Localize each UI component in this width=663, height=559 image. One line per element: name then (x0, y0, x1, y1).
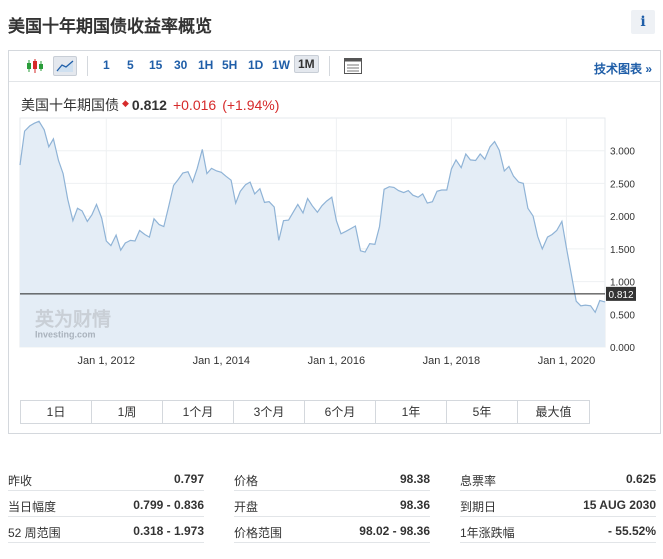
time-range-selector: 1日 1周 1个月 3个月 6个月 1年 5年 最大值 (20, 400, 590, 424)
x-tick-label: Jan 1, 2014 (193, 355, 251, 367)
y-tick-label: 2.000 (610, 212, 635, 223)
watermark-sub: Investing.com (35, 329, 96, 339)
range-3m[interactable]: 3个月 (234, 401, 305, 423)
divider (234, 516, 430, 517)
stat-value: - 55.52% (607, 524, 656, 538)
divider (8, 542, 204, 543)
stat-maturity: 到期日 15 AUG 2030 (460, 492, 656, 517)
chart-toolbar: 1 5 15 30 1H 5H 1D 1W 1M 技术图表 » (9, 51, 660, 82)
stat-price-range: 价格范围 98.02 - 98.36 (234, 518, 430, 543)
stat-value: 98.36 (399, 498, 430, 512)
interval-30[interactable]: 30 (174, 58, 187, 72)
stat-open: 开盘 98.36 (234, 492, 430, 517)
divider (8, 516, 204, 517)
interval-15[interactable]: 15 (149, 58, 162, 72)
range-1y[interactable]: 1年 (376, 401, 447, 423)
stat-label: 到期日 (460, 500, 497, 514)
y-tick-label: 1.000 (610, 278, 635, 289)
stat-label: 1年涨跌幅 (460, 526, 515, 540)
interval-1m[interactable]: 1M (294, 55, 319, 73)
y-tick-label: 2.500 (610, 179, 635, 190)
stat-label: 价格范围 (234, 526, 283, 540)
toolbar-divider (87, 56, 88, 76)
interval-5h[interactable]: 5H (222, 58, 237, 72)
stat-value: 0.797 (173, 472, 204, 486)
stat-day-range: 当日幅度 0.799 - 0.836 (8, 492, 204, 517)
divider (8, 490, 204, 491)
interval-1h[interactable]: 1H (198, 58, 213, 72)
area-chart-icon[interactable] (53, 56, 77, 76)
divider (460, 542, 656, 543)
y-tick-label: 3.000 (610, 147, 635, 158)
range-1d[interactable]: 1日 (21, 401, 92, 423)
stat-coupon: 息票率 0.625 (460, 466, 656, 491)
chart-panel: 1 5 15 30 1H 5H 1D 1W 1M 技术图表 » 美国十年期国债 ◆… (8, 50, 661, 434)
up-arrow-icon: ◆ (122, 98, 129, 108)
stat-value: 0.318 - 1.973 (133, 524, 204, 538)
range-max[interactable]: 最大值 (518, 401, 589, 423)
x-tick-label: Jan 1, 2012 (78, 355, 136, 367)
range-1w[interactable]: 1周 (92, 401, 163, 423)
interval-1d[interactable]: 1D (248, 58, 263, 72)
x-tick-label: Jan 1, 2016 (308, 355, 366, 367)
divider (460, 516, 656, 517)
info-icon[interactable]: i (631, 10, 655, 34)
x-tick-label: Jan 1, 2018 (423, 355, 481, 367)
stat-value: 15 AUG 2030 (583, 498, 656, 512)
stat-value: 0.625 (625, 472, 656, 486)
divider (234, 490, 430, 491)
stat-value: 0.799 - 0.836 (133, 498, 204, 512)
toolbar-divider (329, 56, 330, 76)
stat-label: 昨收 (8, 474, 33, 488)
stat-label: 价格 (234, 474, 259, 488)
stat-value: 98.38 (399, 472, 430, 486)
candlestick-chart-icon[interactable] (23, 56, 47, 76)
stat-label: 当日幅度 (8, 500, 57, 514)
x-tick-label: Jan 1, 2020 (538, 355, 596, 367)
stat-label: 开盘 (234, 500, 259, 514)
current-value-label: 0.812 (608, 290, 633, 301)
stat-52w-range: 52 周范围 0.318 - 1.973 (8, 518, 204, 543)
y-tick-label: 0.000 (610, 343, 635, 354)
page-title: 美国十年期国债收益率概览 (8, 17, 212, 36)
watermark-brand: 英为财情 (35, 307, 111, 330)
table-icon[interactable] (341, 56, 365, 76)
stat-value: 98.02 - 98.36 (359, 524, 430, 538)
y-tick-label: 1.500 (610, 245, 635, 256)
range-1m[interactable]: 1个月 (163, 401, 234, 423)
stat-label: 52 周范围 (8, 526, 61, 540)
stat-prev-close: 昨收 0.797 (8, 466, 204, 491)
yield-area-chart[interactable]: 英为财情Investing.com 0.812 3.000 2.500 2.000 1.5… (9, 111, 660, 371)
range-5y[interactable]: 5年 (447, 401, 518, 423)
interval-1[interactable]: 1 (103, 58, 110, 72)
stat-1y-change: 1年涨跌幅 - 55.52% (460, 518, 656, 543)
divider (460, 490, 656, 491)
interval-1w[interactable]: 1W (272, 58, 290, 72)
technical-chart-link[interactable]: 技术图表 » (594, 60, 652, 77)
stat-label: 息票率 (460, 474, 497, 488)
interval-5[interactable]: 5 (127, 58, 134, 72)
y-tick-label: 0.500 (610, 310, 635, 321)
divider (234, 542, 430, 543)
stat-price: 价格 98.38 (234, 466, 430, 491)
range-6m[interactable]: 6个月 (305, 401, 376, 423)
